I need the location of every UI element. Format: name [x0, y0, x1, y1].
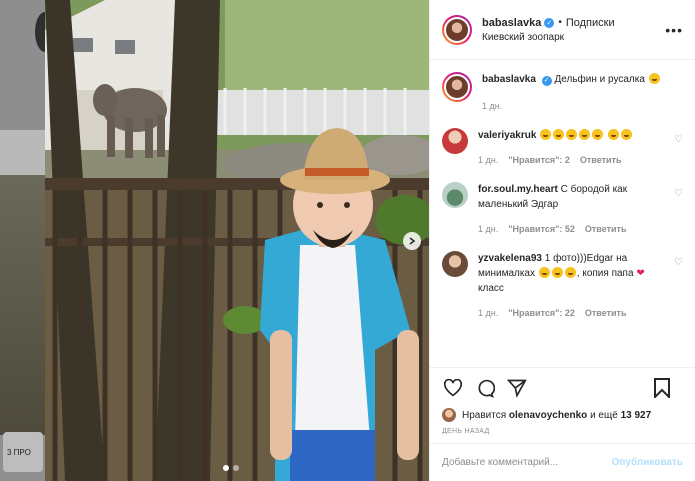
background-badge-text: 3 ПРО — [7, 448, 31, 457]
comment-item: yzvakelena93 1 фото)))Edgar на минималка… — [442, 251, 683, 321]
laughing-emoji-icon — [620, 129, 632, 140]
post-header: babaslavka ✓ • Подписки Киевский зоопарк… — [430, 0, 695, 60]
caption-text: Дельфин и русалка — [554, 74, 645, 85]
laughing-emoji-icon — [607, 129, 619, 140]
comment-item: valeriyakruk 1 дн. "Нравится": 2 Ответит… — [442, 128, 683, 168]
post-actions — [430, 367, 695, 407]
like-heart-icon[interactable] — [442, 377, 464, 399]
laughing-emoji-icon — [564, 267, 576, 278]
laughing-emoji-icon — [540, 129, 552, 140]
verified-icon: ✓ — [541, 75, 552, 86]
background-strip — [0, 130, 45, 175]
likes-count[interactable]: 13 927 — [621, 410, 652, 421]
reply-button[interactable]: Ответить — [585, 306, 627, 321]
comment-icon[interactable] — [474, 377, 496, 399]
carousel-dot — [233, 465, 239, 471]
more-horizontal-icon[interactable]: ••• — [665, 22, 683, 38]
laughing-emoji-icon — [566, 129, 578, 140]
likes-prefix: Нравится — [462, 409, 507, 421]
comment-time: 1 дн. — [478, 308, 499, 318]
comment-likes[interactable]: "Нравится": 2 — [508, 153, 570, 168]
comment-username[interactable]: valeriyakruk — [478, 130, 536, 141]
caption-time: 1 дн. — [482, 101, 503, 111]
heart-icon[interactable]: ♡ — [674, 134, 683, 145]
comment-time: 1 дн. — [478, 155, 499, 165]
liker-avatar — [442, 408, 456, 422]
post-side-panel: babaslavka ✓ • Подписки Киевский зоопарк… — [429, 0, 695, 481]
likes-suffix: и ещё — [590, 409, 618, 421]
laughing-emoji-icon — [579, 129, 591, 140]
likes-user[interactable]: olenavoychenko — [509, 410, 587, 421]
author-username[interactable]: babaslavka — [482, 17, 541, 29]
laughing-emoji-icon — [553, 129, 565, 140]
laughing-emoji-icon — [551, 267, 563, 278]
post-location[interactable]: Киевский зоопарк — [482, 32, 615, 43]
bookmark-icon[interactable] — [651, 377, 673, 399]
author-avatar[interactable] — [442, 14, 472, 45]
comment-text: , копия папа — [576, 268, 634, 279]
caption: babaslavka ✓ Дельфин и русалка 1 дн. — [442, 72, 683, 114]
chevron-right-icon — [409, 237, 416, 245]
comment-username[interactable]: yzvakelena93 — [478, 253, 542, 264]
background-badge: 3 ПРО — [3, 432, 43, 472]
following-button[interactable]: Подписки — [566, 17, 615, 29]
likes-summary[interactable]: Нравится olenavoychenko и ещё 13 927 — [430, 407, 695, 423]
heart-icon[interactable]: ♡ — [674, 257, 683, 268]
caption-username[interactable]: babaslavka — [482, 74, 536, 85]
comment-item: for.soul.my.heart С бородой как маленьки… — [442, 182, 683, 237]
caption-avatar[interactable] — [442, 72, 472, 102]
background-strip — [0, 175, 45, 435]
reply-button[interactable]: Ответить — [585, 222, 627, 237]
red-heart-icon: ❤ — [636, 268, 645, 279]
comment-text: класс — [478, 283, 504, 294]
post-modal: babaslavka ✓ • Подписки Киевский зоопарк… — [45, 0, 695, 481]
separator-dot: • — [558, 17, 562, 28]
comment-likes[interactable]: "Нравится": 52 — [508, 222, 575, 237]
background-overlay[interactable]: 3 ПРО — [0, 0, 55, 481]
reply-button[interactable]: Ответить — [580, 153, 622, 168]
verified-icon: ✓ — [544, 17, 555, 28]
post-age: ДЕНЬ НАЗАД — [442, 428, 490, 435]
commenter-avatar[interactable] — [442, 182, 468, 208]
laughing-emoji-icon — [648, 73, 660, 84]
header-text: babaslavka ✓ • Подписки Киевский зоопарк — [482, 17, 615, 43]
post-photo[interactable] — [45, 0, 429, 481]
comment-likes[interactable]: "Нравится": 22 — [508, 306, 575, 321]
heart-icon[interactable]: ♡ — [674, 188, 683, 199]
next-photo-button[interactable] — [403, 232, 421, 250]
comment-time: 1 дн. — [478, 224, 499, 234]
photo-illustration — [45, 0, 429, 481]
publish-button[interactable]: Опубликовать — [612, 457, 683, 468]
commenter-avatar[interactable] — [442, 251, 468, 277]
comments-list[interactable]: babaslavka ✓ Дельфин и русалка 1 дн. val… — [430, 60, 695, 367]
add-comment-bar: Добавьте комментарий... Опубликовать — [430, 443, 695, 481]
commenter-avatar[interactable] — [442, 128, 468, 154]
laughing-emoji-icon — [592, 129, 604, 140]
laughing-emoji-icon — [538, 267, 550, 278]
carousel-dot — [223, 465, 229, 471]
add-comment-input[interactable]: Добавьте комментарий... — [442, 457, 612, 468]
share-icon[interactable] — [506, 377, 528, 399]
comment-username[interactable]: for.soul.my.heart — [478, 184, 558, 195]
carousel-dots — [223, 465, 239, 471]
